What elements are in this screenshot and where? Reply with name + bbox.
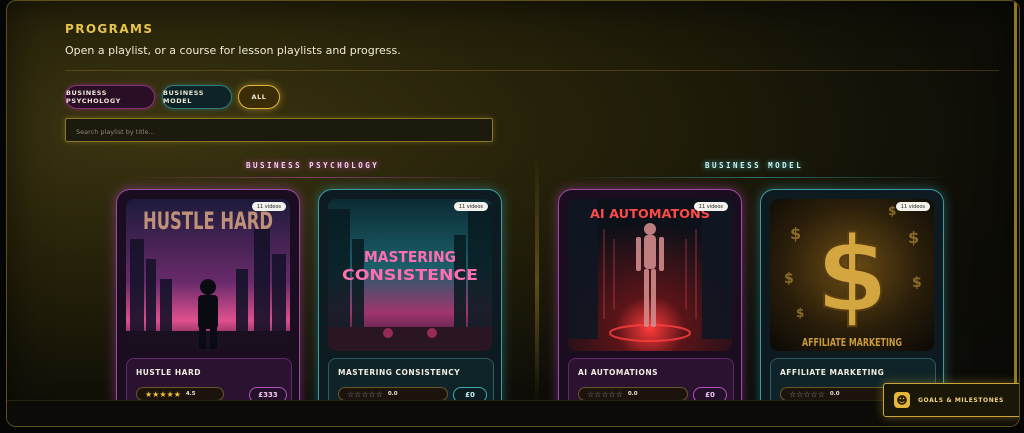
thumbnail-text: MASTERING: [364, 248, 456, 266]
card-title: AFFILIATE MARKETING: [780, 368, 885, 377]
rating-value: 0.0: [627, 391, 638, 397]
playlist-thumbnail: AI AUTOMATONS 11 videos: [568, 199, 732, 351]
header-divider: [65, 70, 999, 71]
page-title: PROGRAMS: [65, 22, 154, 36]
programs-panel: PROGRAMS Open a playlist, or a course fo…: [6, 0, 1020, 427]
rating-value: 0.0: [829, 391, 840, 397]
bottom-bar: [7, 400, 1019, 426]
svg-text:$: $: [912, 275, 922, 291]
search-field[interactable]: [65, 118, 493, 143]
playlist-thumbnail: MASTERING CONSISTENCE 11 videos: [328, 199, 492, 351]
rating-value: 4.5: [185, 391, 196, 397]
star-rating-icon: ★★★★★: [145, 389, 181, 399]
page-subtitle: Open a playlist, or a course for lesson …: [65, 44, 401, 57]
thumbnail-text: AI AUTOMATONS: [590, 207, 710, 221]
video-count-badge: 11 videos: [251, 202, 286, 211]
video-count-badge: 11 videos: [693, 202, 728, 211]
panel-edge-accent: [1014, 1, 1017, 426]
column-heading-business-model: BUSINESS MODEL: [705, 161, 804, 170]
column-underline: [122, 177, 506, 178]
thumbnail-text: HUSTLE HARD: [143, 207, 273, 235]
filter-business-psychology[interactable]: BUSINESS PSYCHOLOGY: [65, 85, 155, 109]
rating-pill: ★★★★★ 4.5: [136, 387, 224, 401]
svg-text:$: $: [908, 228, 919, 247]
playlist-card-hustle-hard[interactable]: HUSTLE HARD 11 videos HUSTLE HARD ★★★★★ …: [116, 189, 300, 419]
rating-pill: ☆☆☆☆☆ 0.0: [338, 387, 448, 401]
goals-milestones-button[interactable]: ☻ GOALS & MILESTONES: [883, 383, 1019, 417]
rating-value: 0.0: [387, 391, 398, 397]
column-divider: [535, 156, 539, 406]
video-count-badge: 11 videos: [895, 202, 930, 211]
star-rating-icon: ☆☆☆☆☆: [347, 389, 383, 399]
filter-business-model[interactable]: BUSINESS MODEL: [162, 85, 232, 109]
svg-text:$: $: [790, 224, 801, 243]
playlist-card-ai-automations[interactable]: AI AUTOMATONS 11 videos AI AUTOMATIONS ☆…: [558, 189, 742, 419]
card-title: AI AUTOMATIONS: [578, 368, 659, 377]
thumbnail-text: AFFILIATE MARKETING: [802, 336, 902, 349]
search-input[interactable]: [66, 121, 492, 143]
video-count-badge: 11 videos: [453, 202, 488, 211]
star-rating-icon: ☆☆☆☆☆: [587, 389, 623, 399]
svg-text:$: $: [784, 271, 794, 287]
svg-text:$: $: [796, 306, 804, 320]
filter-pills: BUSINESS PSYCHOLOGY BUSINESS MODEL ALL: [65, 85, 280, 109]
goals-milestones-label: GOALS & MILESTONES: [918, 396, 1004, 404]
star-rating-icon: ☆☆☆☆☆: [789, 389, 825, 399]
thumbnail-text: CONSISTENCE: [342, 266, 478, 284]
playlist-card-mastering-consistency[interactable]: MASTERING CONSISTENCE 11 videos MASTERIN…: [318, 189, 502, 419]
smiley-icon: ☻: [894, 392, 910, 408]
dollar-sign-icon: $: [816, 214, 888, 336]
rating-pill: ☆☆☆☆☆ 0.0: [578, 387, 688, 401]
playlist-thumbnail: HUSTLE HARD 11 videos: [126, 199, 290, 351]
rating-pill: ☆☆☆☆☆ 0.0: [780, 387, 890, 401]
card-title: HUSTLE HARD: [136, 368, 201, 377]
card-title: MASTERING CONSISTENCY: [338, 368, 461, 377]
filter-all[interactable]: ALL: [238, 85, 280, 109]
column-underline: [563, 177, 953, 178]
column-heading-business-psychology: BUSINESS PSYCHOLOGY: [246, 161, 380, 170]
playlist-thumbnail: $ $ $ $ $ $ $ AFFILIATE MARKETING 11 videos: [770, 199, 934, 351]
